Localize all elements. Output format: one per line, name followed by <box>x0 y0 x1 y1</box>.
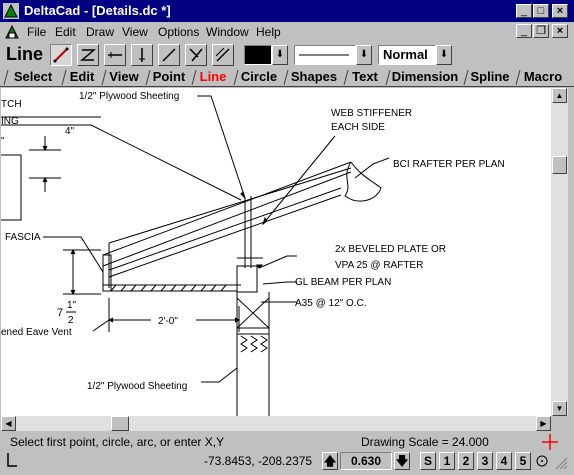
polyline-icon <box>80 49 96 61</box>
doc-restore-icon[interactable]: ❐ <box>533 24 549 38</box>
close-icon[interactable]: × <box>552 4 568 18</box>
deltacad-logo-icon <box>3 3 19 19</box>
dim-half-num: 1" <box>67 300 77 311</box>
snap-button-4[interactable]: 4 <box>496 452 512 470</box>
status-prompt: Select first point, circle, arc, or ente… <box>10 435 225 449</box>
label-web-stiffener-2: EACH SIDE <box>331 122 385 133</box>
label-partial-quote: " <box>1 136 5 147</box>
eave-detail-drawing: 1/2" Plywood Sheeting WEB STIFFENER EACH… <box>1 91 505 416</box>
menu-window[interactable]: Window <box>206 25 249 39</box>
value-increase-icon[interactable]: 🡅 <box>322 452 338 470</box>
angled-line-icon <box>162 48 176 62</box>
tool-mode-label: Line <box>6 44 44 64</box>
line-perpendicular-button[interactable] <box>185 44 207 66</box>
line-width-select[interactable] <box>294 45 356 65</box>
line-parallel-button[interactable] <box>212 44 234 66</box>
minimize-icon[interactable]: _ <box>516 4 532 18</box>
drawing-scale: Drawing Scale = 24.000 <box>361 435 489 449</box>
label-partial-tch: TCH <box>1 99 22 110</box>
label-beveled-1: 2x BEVELED PLATE OR <box>335 244 446 255</box>
status-bar-top: Select first point, circle, arc, or ente… <box>0 432 574 450</box>
menu-file[interactable]: File <box>27 25 46 39</box>
label-gl-beam: GL BEAM PER PLAN <box>295 277 391 288</box>
crosshair-icon <box>542 434 558 450</box>
line-style-dropdown-icon[interactable]: ⬇ <box>436 45 452 65</box>
label-beveled-2: VPA 25 @ RAFTER <box>335 260 423 271</box>
line-vertical-button[interactable] <box>131 44 153 66</box>
line-angle-button[interactable] <box>158 44 180 66</box>
color-swatch[interactable] <box>244 45 272 65</box>
label-a35: A35 @ 12" O.C. <box>295 298 367 309</box>
status-bar-bottom: -73.8453, -208.2375 🡅 0.630 🡇 S 1 2 3 4 … <box>0 450 574 472</box>
menu-view[interactable]: View <box>122 25 148 39</box>
resize-grip-icon[interactable] <box>554 456 568 470</box>
label-fascia: FASCIA <box>5 232 41 243</box>
line-style-select[interactable]: Normal <box>378 45 436 65</box>
menu-bar: File Edit Draw View Options Window Help <box>0 22 574 42</box>
horizontal-line-icon <box>108 52 122 58</box>
parallel-line-icon <box>215 47 230 62</box>
doc-close-icon[interactable]: × <box>552 24 568 38</box>
scroll-down-icon[interactable]: ▼ <box>552 401 567 416</box>
maximize-icon[interactable]: □ <box>533 4 549 18</box>
line-two-point-button[interactable] <box>50 44 72 66</box>
menu-edit[interactable]: Edit <box>55 25 76 39</box>
vertical-scroll-thumb[interactable] <box>552 156 567 174</box>
vertical-line-icon <box>139 48 145 62</box>
dim-4-inch: 4" <box>65 126 75 137</box>
coordinate-axes-icon <box>7 453 17 467</box>
horizontal-scroll-thumb[interactable] <box>111 416 129 431</box>
color-dropdown-icon[interactable]: ⬇ <box>272 45 288 65</box>
label-partial-ing: ING <box>1 116 19 127</box>
tab-separators <box>3 69 521 86</box>
menu-draw[interactable]: Draw <box>86 25 114 39</box>
doc-minimize-icon[interactable]: _ <box>516 24 532 38</box>
line-diagonal-icon <box>53 47 69 63</box>
menu-help[interactable]: Help <box>256 25 281 39</box>
drawing-canvas[interactable]: 1/2" Plywood Sheeting WEB STIFFENER EACH… <box>1 88 551 416</box>
label-plywood-top: 1/2" Plywood Sheeting <box>79 91 179 102</box>
line-multi-button[interactable] <box>77 44 99 66</box>
label-bci-rafter: BCI RAFTER PER PLAN <box>393 159 505 170</box>
label-plywood-bottom: 1/2" Plywood Sheeting <box>87 381 187 392</box>
perpendicular-line-icon <box>189 48 203 62</box>
horizontal-scrollbar[interactable]: ◀ ▶ <box>1 416 551 431</box>
cursor-coordinates: -73.8453, -208.2375 <box>204 454 313 468</box>
title-bar: DeltaCad - [Details.dc *] _ □ × <box>0 0 574 22</box>
toolbar: Line ⬇ ⬇ Normal ⬇ <box>0 42 574 66</box>
value-decrease-icon[interactable]: 🡇 <box>394 452 410 470</box>
line-horizontal-button[interactable] <box>104 44 126 66</box>
tool-tabs: Select Edit View Point Line Circle Shape… <box>0 68 574 87</box>
dim-half-den: 2 <box>68 315 74 326</box>
scroll-left-icon[interactable]: ◀ <box>1 416 16 431</box>
scroll-right-icon[interactable]: ▶ <box>536 416 551 431</box>
vertical-scrollbar[interactable]: ▲ ▼ <box>551 88 568 416</box>
value-field[interactable]: 0.630 <box>340 452 392 470</box>
dim-7: 7 <box>57 307 63 319</box>
label-web-stiffener-1: WEB STIFFENER <box>331 108 412 119</box>
line-width-dropdown-icon[interactable]: ⬇ <box>356 45 372 65</box>
line-width-preview-icon <box>299 54 349 56</box>
snap-button-s[interactable]: S <box>420 452 436 470</box>
scroll-up-icon[interactable]: ▲ <box>552 88 567 103</box>
label-eave-vent: ened Eave Vent <box>1 327 72 338</box>
snap-target-icon[interactable] <box>535 453 551 469</box>
document-icon[interactable] <box>4 24 20 40</box>
menu-options[interactable]: Options <box>158 25 199 39</box>
window-title: DeltaCad - [Details.dc *] <box>24 3 171 18</box>
dim-2-ft: 2'-0" <box>158 316 178 327</box>
snap-button-3[interactable]: 3 <box>477 452 493 470</box>
snap-button-2[interactable]: 2 <box>458 452 474 470</box>
snap-button-1[interactable]: 1 <box>439 452 455 470</box>
snap-button-5[interactable]: 5 <box>515 452 531 470</box>
